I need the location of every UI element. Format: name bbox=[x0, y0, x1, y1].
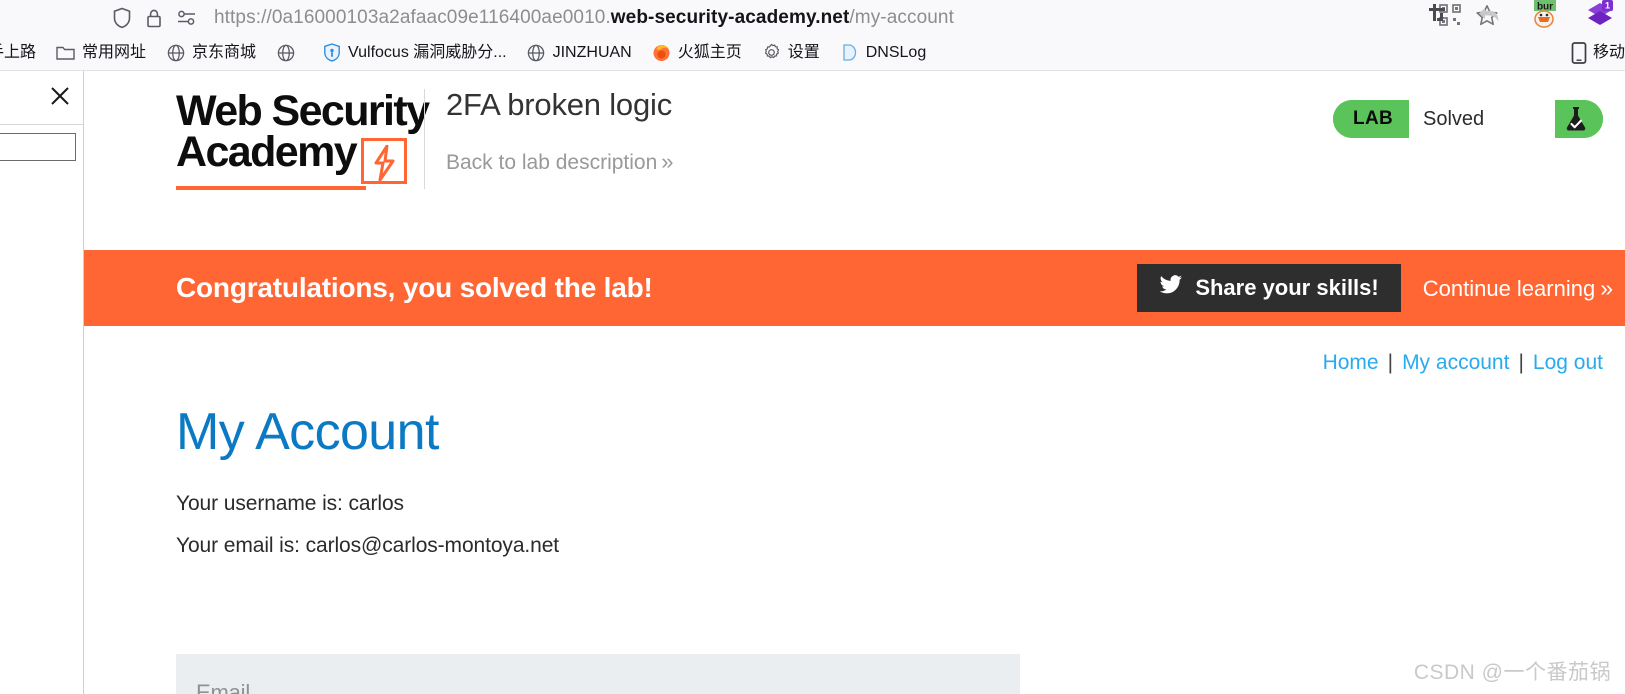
layers-extension-icon[interactable]: 1 bbox=[1585, 0, 1615, 35]
bookmark-label: DNSLog bbox=[865, 43, 927, 61]
side-panel-header bbox=[0, 71, 83, 125]
globe-icon bbox=[166, 43, 185, 62]
side-panel bbox=[0, 71, 84, 694]
bookmark-label: 设置 bbox=[787, 43, 820, 61]
url-bar-leading-icons bbox=[112, 7, 198, 29]
main-content: My Account Your username is: carlos Your… bbox=[176, 403, 1556, 694]
bookmark-item-vulfocus[interactable]: Vulfocus 漏洞威胁分... bbox=[316, 40, 513, 65]
lab-page: Web Security Academy 2FA broken logic Ba… bbox=[84, 71, 1625, 694]
flask-icon[interactable] bbox=[1555, 100, 1603, 138]
bookmark-item-火狐主页[interactable]: 火狐主页 bbox=[646, 40, 748, 65]
username-line: Your username is: carlos bbox=[176, 492, 404, 515]
bookmark-label: 移动设 bbox=[1592, 43, 1625, 61]
url-text[interactable]: https://0a16000103a2afaac09e116400ae0010… bbox=[214, 7, 954, 29]
bookmark-label: JINZHUAN bbox=[552, 43, 632, 61]
bookmark-item-dnslog[interactable]: DNSLog bbox=[834, 40, 932, 65]
side-panel-input[interactable] bbox=[0, 133, 76, 161]
nav-link-log-out[interactable]: Log out bbox=[1533, 351, 1603, 374]
mobile-device-icon bbox=[1570, 41, 1589, 64]
gear-icon bbox=[762, 43, 781, 62]
nav-link-my-account[interactable]: My account bbox=[1402, 351, 1509, 374]
twitter-icon bbox=[1159, 275, 1183, 301]
bookmark-item-移动设备[interactable]: 移动设 bbox=[1570, 41, 1625, 64]
web-security-academy-logo[interactable]: Web Security Academy bbox=[176, 87, 430, 190]
close-icon[interactable] bbox=[47, 83, 73, 109]
bookmark-label: Vulfocus 漏洞威胁分... bbox=[348, 43, 507, 61]
bookmark-label: 常用网址 bbox=[82, 43, 147, 61]
dnslog-icon bbox=[840, 43, 859, 62]
globe-icon bbox=[276, 43, 295, 62]
back-link-label: Back to lab description bbox=[446, 151, 658, 174]
bookmark-label: 手上路 bbox=[0, 43, 37, 61]
url-path: /my-account bbox=[849, 6, 954, 28]
lab-status-state: Solved bbox=[1409, 100, 1555, 138]
lightning-bolt-icon bbox=[361, 138, 407, 184]
url-prefix: https://0a16000103a2afaac09e116400ae0010… bbox=[214, 6, 611, 28]
lab-title: 2FA broken logic bbox=[446, 87, 673, 122]
nav-link-home[interactable]: Home bbox=[1323, 351, 1379, 374]
banner-actions: Share your skills! Continue learning» bbox=[1137, 264, 1619, 312]
firefox-icon bbox=[652, 43, 671, 62]
nav-separator: | bbox=[1387, 351, 1394, 374]
bookmark-item-常用网址[interactable]: 常用网址 bbox=[50, 40, 152, 65]
bookmark-item-jinzhuan[interactable]: JINZHUAN bbox=[521, 40, 638, 65]
shield-icon[interactable] bbox=[112, 7, 132, 29]
svg-text:1: 1 bbox=[1605, 1, 1610, 11]
account-nav: Home | My account | Log out bbox=[1323, 351, 1603, 375]
nav-separator: | bbox=[1518, 351, 1524, 374]
logo-underline bbox=[176, 186, 366, 190]
bookmark-item-设置[interactable]: 设置 bbox=[756, 40, 826, 65]
bookmark-label: 京东商城 bbox=[192, 43, 257, 61]
lab-status-badge: LAB Solved bbox=[1333, 100, 1603, 138]
bookmark-label: 火狐主页 bbox=[677, 43, 742, 61]
screenshot-crop-icon[interactable] bbox=[1427, 3, 1451, 32]
bookmark-item-京东商城[interactable]: 京东商城 bbox=[160, 40, 262, 65]
bookmark-item-3[interactable] bbox=[270, 40, 308, 65]
folder-icon bbox=[56, 43, 75, 62]
browser-window: https://0a16000103a2afaac09e116400ae0010… bbox=[0, 0, 1625, 694]
chevron-right-icon: » bbox=[1600, 274, 1613, 301]
email-field-label: Email bbox=[196, 680, 251, 694]
header-divider bbox=[424, 89, 425, 189]
page-title: My Account bbox=[176, 403, 439, 461]
lock-icon[interactable] bbox=[145, 7, 163, 29]
lab-status-tag: LAB bbox=[1333, 100, 1409, 138]
chevron-right-icon: » bbox=[661, 149, 674, 174]
extension-icons: bur 1 bbox=[1427, 0, 1625, 35]
share-your-skills-button[interactable]: Share your skills! bbox=[1137, 264, 1401, 312]
burp-suite-extension-icon[interactable]: bur bbox=[1529, 0, 1559, 35]
share-button-label: Share your skills! bbox=[1195, 275, 1379, 300]
back-to-lab-description-link[interactable]: Back to lab description» bbox=[446, 149, 674, 175]
shield-blue-icon bbox=[322, 43, 341, 62]
lab-header: Web Security Academy 2FA broken logic Ba… bbox=[84, 71, 1625, 245]
csdn-watermark: CSDN @一个番茄锅 bbox=[1413, 661, 1611, 684]
continue-learning-link[interactable]: Continue learning» bbox=[1423, 275, 1619, 302]
url-host: web-security-academy.net bbox=[610, 6, 850, 28]
permissions-icon[interactable] bbox=[176, 8, 198, 28]
continue-link-label: Continue learning bbox=[1422, 275, 1596, 301]
logo-line-1: Web Security bbox=[176, 87, 430, 135]
congratulations-banner: Congratulations, you solved the lab! Sha… bbox=[84, 250, 1625, 326]
update-email-form: Email bbox=[176, 654, 1020, 694]
undo-arrow-icon[interactable] bbox=[1477, 4, 1503, 31]
banner-message: Congratulations, you solved the lab! bbox=[176, 272, 653, 303]
bookmark-item-0[interactable]: 手上路 bbox=[0, 42, 42, 64]
browser-url-bar[interactable]: https://0a16000103a2afaac09e116400ae0010… bbox=[0, 0, 1625, 35]
email-line: Your email is: carlos@carlos-montoya.net bbox=[176, 534, 560, 557]
globe-icon bbox=[527, 43, 546, 62]
bookmarks-bar: 手上路 常用网址 京东商城 Vulfocus 漏洞威胁分... bbox=[0, 35, 1625, 71]
